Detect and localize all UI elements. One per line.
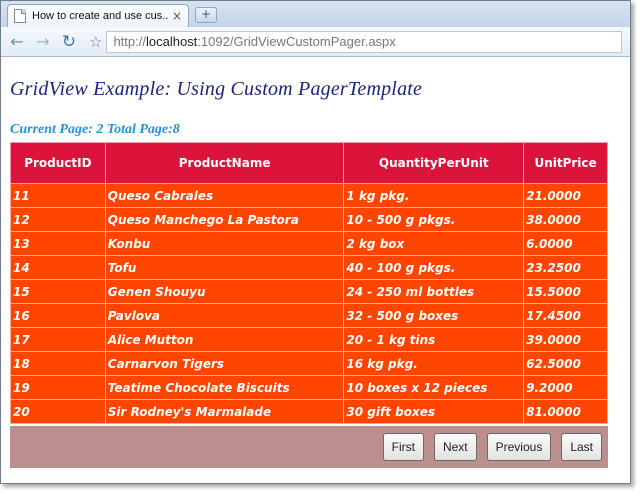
last-page-button[interactable]: Last [561, 433, 602, 461]
cell-quantityperunit: 40 - 100 g pkgs. [343, 255, 525, 280]
browser-toolbar: ← → ↻ ☆ http://localhost:1092/GridViewCu… [1, 27, 630, 57]
cell-productid: 12 [10, 207, 106, 232]
column-header-unitprice: UnitPrice [523, 142, 608, 184]
forward-icon[interactable]: → [33, 32, 53, 52]
cell-quantityperunit: 16 kg pkg. [343, 351, 525, 376]
url-path: :1092/GridViewCustomPager.aspx [197, 34, 396, 49]
cell-productname: Genen Shouyu [104, 279, 345, 304]
cell-productname: Pavlova [104, 303, 345, 328]
tab-strip: How to create and use cus... × + [1, 1, 630, 27]
url-prefix: http:// [113, 34, 146, 49]
cell-productid: 18 [10, 351, 106, 376]
column-header-productid: ProductID [10, 142, 106, 184]
browser-window: How to create and use cus... × + ← → ↻ ☆… [0, 0, 631, 484]
column-header-quantityperunit: QuantityPerUnit [343, 142, 525, 184]
table-row: 12 Queso Manchego La Pastora 10 - 500 g pk… [10, 207, 608, 232]
cell-productname: Queso Manchego La Pastora [104, 207, 345, 232]
column-header-productname: ProductName [104, 142, 345, 184]
cell-productid: 14 [10, 255, 106, 280]
cell-quantityperunit: 30 gift boxes [343, 399, 525, 424]
cell-unitprice: 15.5000 [523, 279, 608, 304]
url-host: localhost [145, 34, 198, 49]
page-info-label: Current Page: 2 Total Page:8 [10, 122, 180, 137]
cell-productname: Carnarvon Tigers [104, 351, 345, 376]
cell-productname: Sir Rodney's Marmalade [104, 399, 345, 424]
cell-productname: Teatime Chocolate Biscuits [104, 375, 345, 400]
address-bar[interactable]: http://localhost:1092/GridViewCustomPage… [106, 30, 622, 53]
cell-productid: 16 [10, 303, 106, 328]
cell-unitprice: 9.2000 [523, 375, 608, 400]
cell-unitprice: 23.2500 [523, 255, 608, 280]
first-page-button[interactable]: First [382, 433, 424, 461]
cell-productname: Queso Cabrales [104, 183, 345, 208]
cell-productid: 19 [10, 375, 106, 400]
table-row: 18 Carnarvon Tigers 16 kg pkg. 62.5000 [10, 351, 608, 376]
new-tab-button[interactable]: + [195, 7, 217, 23]
table-row: 14 Tofu 40 - 100 g pkgs. 23.2500 [10, 255, 608, 280]
table-row: 13 Konbu 2 kg box 6.0000 [10, 231, 608, 256]
pager-row: First Next Previous Last [10, 426, 608, 468]
browser-tab[interactable]: How to create and use cus... × [7, 4, 189, 27]
cell-unitprice: 38.0000 [523, 207, 608, 232]
cell-quantityperunit: 20 - 1 kg tins [343, 327, 525, 352]
cell-unitprice: 39.0000 [523, 327, 608, 352]
cell-productid: 11 [10, 183, 106, 208]
cell-productname: Tofu [104, 255, 345, 280]
close-tab-icon[interactable]: × [172, 9, 182, 23]
cell-quantityperunit: 2 kg box [343, 231, 525, 256]
table-row: 15 Genen Shouyu 24 - 250 ml bottles 15.5000 [10, 279, 608, 304]
cell-unitprice: 17.4500 [523, 303, 608, 328]
back-icon[interactable]: ← [7, 32, 27, 52]
cell-productname: Alice Mutton [104, 327, 345, 352]
cell-quantityperunit: 24 - 250 ml bottles [343, 279, 525, 304]
page-icon [14, 9, 26, 23]
tab-title: How to create and use cus... [32, 10, 168, 22]
cell-unitprice: 21.0000 [523, 183, 608, 208]
cell-productid: 20 [10, 399, 106, 424]
previous-page-button[interactable]: Previous [486, 433, 552, 461]
cell-productid: 13 [10, 231, 106, 256]
table-row: 19 Teatime Chocolate Biscuits 10 boxes x 1… [10, 375, 608, 400]
cell-quantityperunit: 1 kg pkg. [343, 183, 525, 208]
bookmark-star-icon[interactable]: ☆ [89, 33, 102, 51]
cell-quantityperunit: 10 - 500 g pkgs. [343, 207, 525, 232]
cell-quantityperunit: 32 - 500 g boxes [343, 303, 525, 328]
grid-header-row: ProductID ProductName QuantityPerUnit Un… [10, 142, 608, 184]
cell-unitprice: 62.5000 [523, 351, 608, 376]
next-page-button[interactable]: Next [433, 433, 477, 461]
cell-productid: 17 [10, 327, 106, 352]
table-row: 17 Alice Mutton 20 - 1 kg tins 39.0000 [10, 327, 608, 352]
cell-quantityperunit: 10 boxes x 12 pieces [343, 375, 525, 400]
table-row: 16 Pavlova 32 - 500 g boxes 17.4500 [10, 303, 608, 328]
cell-unitprice: 6.0000 [523, 231, 608, 256]
products-gridview: ProductID ProductName QuantityPerUnit Un… [10, 142, 608, 424]
cell-productname: Konbu [104, 231, 345, 256]
table-row: 20 Sir Rodney's Marmalade 30 gift boxes 81.… [10, 399, 608, 424]
cell-productid: 15 [10, 279, 106, 304]
table-row: 11 Queso Cabrales 1 kg pkg. 21.0000 [10, 183, 608, 208]
page-title: GridView Example: Using Custom PagerTemp… [10, 78, 423, 100]
cell-unitprice: 81.0000 [523, 399, 608, 424]
reload-icon[interactable]: ↻ [59, 32, 79, 52]
page-content: GridView Example: Using Custom PagerTemp… [1, 58, 630, 483]
